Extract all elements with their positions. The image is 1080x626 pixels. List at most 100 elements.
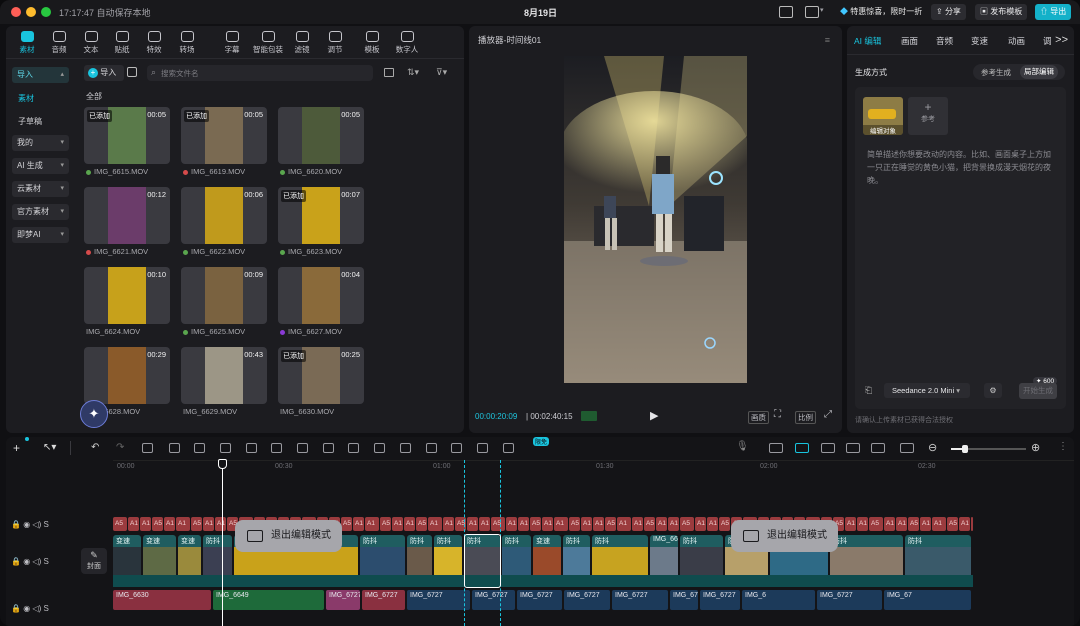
media-thumbnail[interactable]: 00:06 bbox=[181, 187, 267, 244]
zoom-in-icon[interactable]: ⊕ bbox=[1031, 441, 1040, 454]
audio-clip[interactable]: A5 bbox=[908, 517, 919, 531]
mode-switch[interactable]: 参考生成 局部编辑 bbox=[973, 64, 1065, 80]
media-audio-clip[interactable]: IMG_6727 bbox=[670, 590, 698, 610]
publish-template-button[interactable]: ▣ 发布模板 bbox=[975, 4, 1028, 20]
audio-clip[interactable]: A1 bbox=[404, 517, 415, 531]
media-audio-clip[interactable]: IMG_6727 bbox=[472, 590, 515, 610]
zoom-slider-handle[interactable] bbox=[962, 445, 968, 453]
prompt-input[interactable]: 简单描述你想要改动的内容。比如、画面桌子上方加一只正在睡觉的黄色小猫，把背景换成… bbox=[867, 148, 1057, 187]
tab-transition[interactable]: 转场 bbox=[170, 31, 204, 55]
audio-clip[interactable]: A5 bbox=[341, 517, 352, 531]
ai-assistant-icon[interactable]: ✦ bbox=[80, 400, 108, 428]
exit-edit-mode-button[interactable]: 退出编辑模式 bbox=[235, 520, 342, 552]
quality-button[interactable]: 画质 bbox=[748, 411, 769, 424]
media-audio-clip[interactable]: IMG_6 bbox=[742, 590, 815, 610]
mic-icon[interactable]: 🎙 bbox=[736, 441, 749, 452]
eye-icon[interactable]: ◉ bbox=[23, 604, 30, 613]
sort-icon[interactable]: ⇅▾ bbox=[407, 67, 419, 78]
caption-icon[interactable] bbox=[451, 443, 462, 453]
audio-clip[interactable]: A5 bbox=[644, 517, 655, 531]
marker-icon[interactable] bbox=[246, 443, 257, 453]
media-audio-clip[interactable]: IMG_67 bbox=[884, 590, 971, 610]
caption-track-icon[interactable] bbox=[900, 443, 914, 453]
close-window-button[interactable] bbox=[11, 7, 21, 17]
right-tab-3[interactable]: 变速 bbox=[971, 35, 988, 47]
ripple-icon[interactable] bbox=[846, 443, 860, 453]
tab-filter[interactable]: 滤镜 bbox=[285, 31, 319, 55]
magnet-icon[interactable] bbox=[795, 443, 809, 453]
audio-clip[interactable]: A5 bbox=[530, 517, 541, 531]
promo-banner[interactable]: ◆ 特惠惊喜，限时一折 bbox=[840, 6, 922, 17]
media-audio-clip[interactable]: IMG_6649 bbox=[213, 590, 324, 610]
audio-clip[interactable]: A1 bbox=[932, 517, 946, 531]
audio-clip[interactable]: A1 bbox=[581, 517, 592, 531]
redo-icon[interactable]: ↷ bbox=[116, 442, 124, 453]
freeze-icon[interactable] bbox=[297, 443, 308, 453]
zoom-slider[interactable] bbox=[951, 445, 1026, 453]
rotate-icon[interactable] bbox=[374, 443, 385, 453]
audio-clip[interactable]: A5 bbox=[680, 517, 694, 531]
media-audio-clip[interactable]: IMG_6727 bbox=[564, 590, 610, 610]
minimize-window-button[interactable] bbox=[26, 7, 36, 17]
sidebar-item-subdraft[interactable]: 子草稿 bbox=[18, 116, 42, 127]
sidebar-item-0[interactable]: 我的 ▾ bbox=[12, 135, 69, 151]
zoom-out-icon[interactable]: ⊖ bbox=[928, 441, 937, 454]
right-tab-0[interactable]: AI 编辑 bbox=[854, 35, 881, 47]
tab-sticker[interactable]: 贴纸 bbox=[105, 31, 139, 55]
preview-axis-icon[interactable] bbox=[871, 443, 885, 453]
more-icon[interactable]: ⋮ bbox=[1058, 441, 1068, 452]
export-button[interactable]: ⇧ 导出 bbox=[1035, 4, 1072, 20]
audio-clip[interactable]: A5 bbox=[869, 517, 883, 531]
picture-icon[interactable] bbox=[426, 443, 437, 453]
audio-clip[interactable]: A1 bbox=[542, 517, 553, 531]
audio-clip[interactable]: A1 bbox=[593, 517, 604, 531]
audio-clip[interactable]: A1 bbox=[506, 517, 517, 531]
media-thumbnail[interactable]: 00:05 已添加 bbox=[181, 107, 267, 164]
media-thumbnail[interactable]: 00:09 bbox=[181, 267, 267, 324]
audio-clip[interactable]: A1 bbox=[128, 517, 139, 531]
audio-clip[interactable]: A1 bbox=[632, 517, 643, 531]
volume-icon[interactable]: ◁) bbox=[32, 604, 41, 613]
play-icon[interactable]: ▶ bbox=[650, 409, 658, 422]
search-input[interactable]: ⌕ 搜索文件名 bbox=[147, 65, 373, 81]
share-button[interactable]: ⇪ 分享 bbox=[931, 4, 966, 20]
volume-icon[interactable]: ◁) bbox=[32, 520, 41, 529]
right-tab-2[interactable]: 音频 bbox=[936, 35, 953, 47]
menu-icon[interactable]: ≡ bbox=[825, 35, 830, 45]
snap-icon[interactable] bbox=[821, 443, 835, 453]
audio-clip[interactable]: A5 bbox=[113, 517, 127, 531]
add-reference-button[interactable]: + 参考 bbox=[908, 97, 948, 135]
media-audio-clip[interactable]: IMG_6727 bbox=[407, 590, 470, 610]
ratio-button[interactable]: 比例 bbox=[795, 411, 816, 424]
audio-clip[interactable]: A1 bbox=[656, 517, 667, 531]
media-audio-clip[interactable]: IMG_6727 bbox=[517, 590, 562, 610]
audio-clip[interactable]: A5 bbox=[947, 517, 958, 531]
tab-media[interactable]: 素材 bbox=[10, 31, 44, 55]
media-audio-clip[interactable]: IMG_6727 bbox=[362, 590, 405, 610]
lock-icon[interactable]: 🔒 bbox=[11, 557, 21, 566]
media-thumbnail[interactable]: 00:05 已添加 bbox=[84, 107, 170, 164]
more-tabs-icon[interactable]: >> bbox=[1055, 34, 1068, 46]
audio-clip[interactable]: A1 bbox=[353, 517, 364, 531]
volume-icon[interactable]: ◁) bbox=[32, 557, 41, 566]
audio-clip[interactable]: A1 bbox=[707, 517, 718, 531]
lock-icon[interactable]: 🔒 bbox=[11, 520, 21, 529]
audio-sep-icon[interactable] bbox=[477, 443, 488, 453]
local-edit-option[interactable]: 局部编辑 bbox=[1020, 65, 1058, 79]
link-clip-icon[interactable] bbox=[769, 443, 783, 453]
layout-icon[interactable] bbox=[779, 6, 793, 18]
tab-template[interactable]: 模板 bbox=[355, 31, 389, 55]
play-speed-icon[interactable] bbox=[323, 443, 334, 453]
screen-icon[interactable] bbox=[805, 6, 819, 18]
audio-clip[interactable]: A1 bbox=[896, 517, 907, 531]
sidebar-item-2[interactable]: 云素材 ▾ bbox=[12, 181, 69, 197]
book-icon[interactable]: ⎗ bbox=[865, 385, 872, 396]
audio-clip[interactable]: A5 bbox=[380, 517, 391, 531]
right-tab-4[interactable]: 动画 bbox=[1008, 35, 1025, 47]
exit-edit-mode-button-2[interactable]: 退出编辑模式 bbox=[731, 520, 838, 552]
media-audio-clip[interactable]: IMG_6727 bbox=[817, 590, 882, 610]
tab-avatar[interactable]: 数字人 bbox=[390, 31, 424, 55]
solo-icon[interactable]: S bbox=[43, 557, 48, 566]
start-generate-button[interactable]: 开始生成 bbox=[1019, 383, 1057, 399]
list-view-icon[interactable] bbox=[384, 68, 394, 77]
